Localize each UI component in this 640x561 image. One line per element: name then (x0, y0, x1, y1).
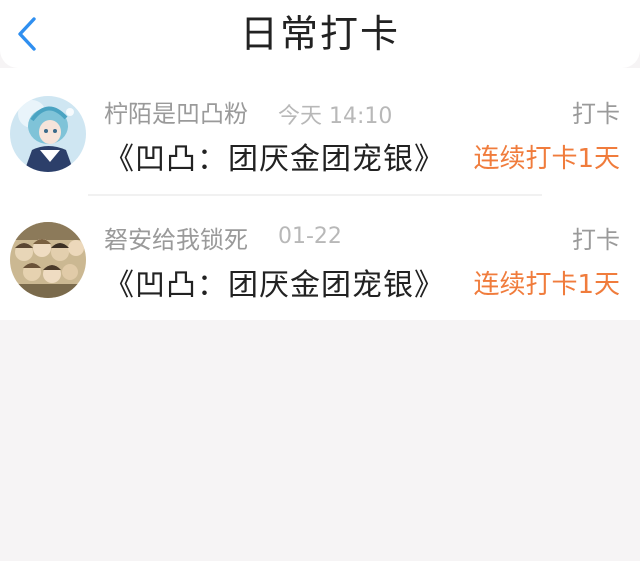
page-title: 日常打卡 (239, 12, 400, 56)
header-bar: 日常打卡 (0, 0, 640, 68)
streak-label: 连续打卡1天 (473, 144, 620, 174)
checkin-item[interactable]: 柠陌是凹凸粉 今天 14:10 打卡 《凹凸：团厌金团宠银》 连续打卡1天 (0, 82, 640, 208)
streak-label: 连续打卡1天 (473, 270, 620, 300)
divider (88, 194, 542, 196)
username[interactable]: 砮安给我锁死 (104, 220, 248, 255)
username[interactable]: 柠陌是凹凸粉 (104, 94, 248, 129)
checkin-time: 今天 14:10 (278, 104, 393, 129)
topic-title[interactable]: 《凹凸：团厌金团宠银》 (104, 134, 445, 178)
checkin-item[interactable]: 砮安给我锁死 01-22 打卡 《凹凸：团厌金团宠银》 连续打卡1天 (0, 208, 640, 334)
avatar[interactable] (10, 96, 86, 172)
checkin-list: 柠陌是凹凸粉 今天 14:10 打卡 《凹凸：团厌金团宠银》 连续打卡1天 砮安… (0, 68, 640, 320)
checkin-action-label: 打卡 (572, 226, 620, 254)
topic-title[interactable]: 《凹凸：团厌金团宠银》 (104, 260, 445, 304)
checkin-time: 01-22 (278, 224, 342, 249)
avatar[interactable] (10, 222, 86, 298)
checkin-action-label: 打卡 (572, 100, 620, 128)
